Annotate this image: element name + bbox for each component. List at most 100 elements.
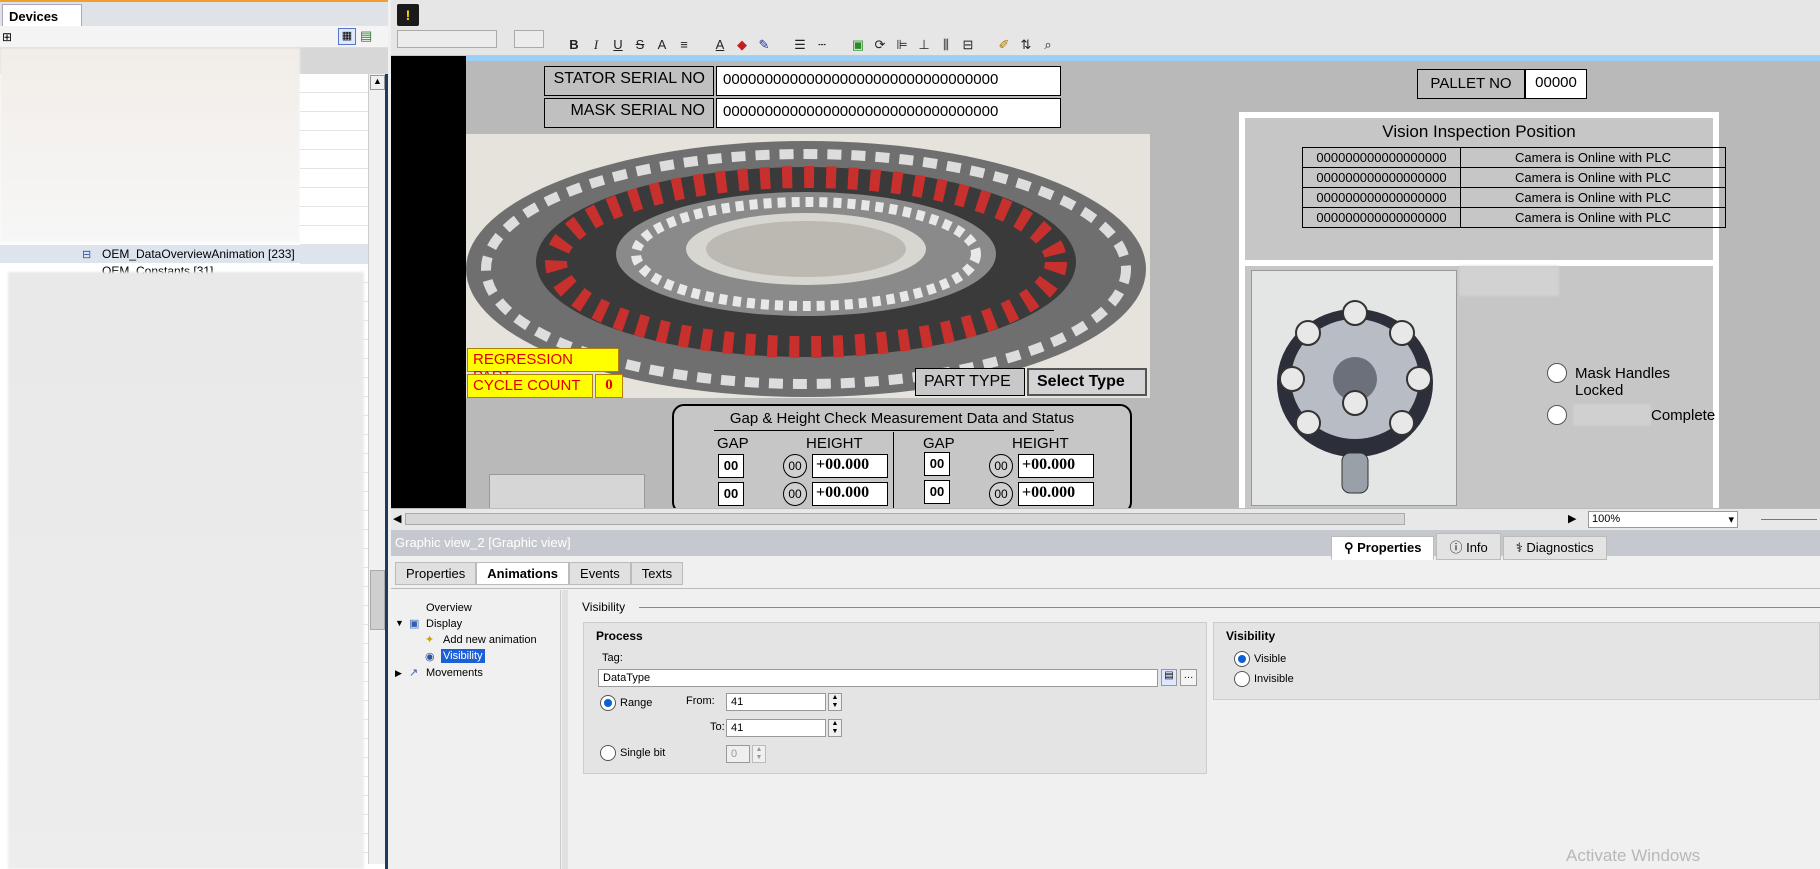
align-bottom-icon[interactable]: ⊥ (913, 35, 935, 55)
height-header: HEIGHT (806, 435, 863, 452)
tab-diagnostics[interactable]: ⚕ Diagnostics (1502, 536, 1607, 560)
export-icon[interactable]: ▤ (360, 28, 372, 44)
same-size-icon[interactable]: ⊟ (957, 35, 979, 55)
font-size-select[interactable] (514, 30, 544, 48)
movement-icon: ↗ (409, 667, 419, 679)
height-value[interactable]: +00.000 (1018, 482, 1094, 506)
devices-scrollbar[interactable]: ▲ (368, 74, 385, 864)
mask-dial-image (1251, 270, 1457, 506)
title-divider (714, 430, 1054, 431)
properties-icon: ⚲ (1344, 540, 1358, 555)
to-input[interactable]: 41 (726, 719, 826, 737)
tab-properties-right[interactable]: ⚲ Properties (1331, 536, 1435, 560)
splitter[interactable] (562, 590, 568, 869)
vision-row: 000000000000000000 Camera is Online with … (1302, 147, 1726, 168)
vision-title: Vision Inspection Position (1382, 122, 1576, 141)
layer-icon[interactable]: ▣ (847, 35, 869, 55)
gap-header: GAP (923, 435, 955, 452)
tab-properties[interactable]: Properties (395, 562, 477, 585)
browse-button[interactable]: … (1180, 669, 1197, 686)
warning-icon[interactable]: ! (397, 4, 419, 26)
to-spinner[interactable]: ▲ ▼ (828, 719, 842, 737)
strike-button[interactable]: S (629, 35, 651, 55)
mask-handles-indicator (1547, 363, 1567, 383)
scroll-left-icon[interactable]: ◀ (393, 512, 401, 525)
hmi-canvas[interactable]: STATOR SERIAL NO 00000000000000000000000… (391, 56, 1820, 508)
zoom-select[interactable]: 100% ▾ (1588, 511, 1738, 528)
scroll-right-icon[interactable]: ▶ (1568, 512, 1576, 525)
pallet-label: PALLET NO (1417, 69, 1525, 99)
gap-value[interactable]: 00 (718, 454, 744, 478)
tree-overview[interactable]: Overview (426, 602, 472, 614)
canvas-button[interactable] (489, 474, 645, 508)
cycle-count-value[interactable]: 0 (595, 374, 623, 398)
range-radio[interactable] (600, 695, 616, 711)
line-color-icon[interactable]: ✎ (753, 35, 775, 55)
height-value[interactable]: +00.000 (812, 454, 888, 478)
line-width-icon[interactable]: ☰ (789, 35, 811, 55)
rotate-icon[interactable]: ⟳ (869, 35, 891, 55)
height-value[interactable]: +00.000 (812, 482, 888, 506)
mask-serial-field[interactable]: 000000000000000000000000000000000 (716, 98, 1061, 128)
gap-value[interactable]: 00 (718, 482, 744, 506)
font-family-select[interactable] (397, 30, 497, 48)
tree-item-data-overview[interactable]: ⊟ OEM_DataOverviewAnimation [233] (0, 245, 368, 263)
header-bar (466, 56, 1820, 61)
align-left-icon[interactable]: ⊫ (891, 35, 913, 55)
bit-spinner[interactable]: ▲ ▼ (752, 745, 766, 763)
hscroll-thumb[interactable] (405, 513, 1405, 525)
tab-devices[interactable]: Devices (2, 4, 82, 28)
status-circle: 00 (989, 482, 1013, 506)
from-input[interactable]: 41 (726, 693, 826, 711)
tree-icon[interactable]: ⊞ (2, 30, 12, 44)
visible-radio[interactable] (1234, 651, 1250, 667)
table-view-icon[interactable]: ▦ (338, 28, 356, 45)
tab-info[interactable]: ⓘ Info (1436, 533, 1501, 560)
tag-list-icon[interactable]: ▤ (1161, 669, 1177, 686)
distribute-icon[interactable]: ⫼ (935, 35, 957, 55)
display-icon: ▣ (409, 618, 420, 630)
blurred-area-3 (1459, 266, 1559, 296)
height-value[interactable]: +00.000 (1018, 454, 1094, 478)
canvas-hscrollbar[interactable]: ◀ ▶ 100% ▾ (391, 508, 1820, 530)
invisible-label: Invisible (1254, 673, 1294, 685)
invisible-radio[interactable] (1234, 671, 1250, 687)
tree-add-animation[interactable]: Add new animation (443, 634, 537, 646)
font-color-icon[interactable]: A (709, 35, 731, 55)
bit-input[interactable]: 0 (726, 745, 750, 763)
mask-status-frame: Mask Handles Locked Complete (1239, 260, 1719, 508)
tree-visibility[interactable]: Visibility (441, 649, 485, 663)
tab-texts[interactable]: Texts (630, 562, 684, 585)
single-bit-radio[interactable] (600, 745, 616, 761)
line-style-icon[interactable]: ┄ (811, 35, 833, 55)
collapse-icon[interactable]: ▶ (395, 668, 402, 679)
blurred-area (0, 48, 300, 243)
pallet-value[interactable]: 00000 (1525, 69, 1587, 99)
from-spinner[interactable]: ▲ ▼ (828, 693, 842, 711)
stator-serial-field[interactable]: 000000000000000000000000000000000 (716, 66, 1061, 96)
italic-button[interactable]: I (585, 35, 607, 55)
order-icon[interactable]: ⇅ (1015, 35, 1037, 55)
tree-movements[interactable]: Movements (426, 667, 483, 679)
tag-input[interactable]: DataType (598, 669, 1158, 687)
align-icon[interactable]: ≡ (673, 35, 695, 55)
tree-display[interactable]: Display (426, 618, 462, 630)
bold-button[interactable]: B (563, 35, 585, 55)
select-type-button[interactable]: Select Type (1027, 368, 1147, 396)
font-size-icon[interactable]: A (651, 35, 673, 55)
zoom-slider[interactable] (1761, 519, 1817, 520)
expand-icon[interactable]: ▼ (395, 618, 404, 628)
fill-color-icon[interactable]: ◆ (731, 35, 753, 55)
tab-events[interactable]: Events (569, 562, 631, 585)
scroll-thumb[interactable] (370, 570, 385, 630)
gap-value[interactable]: 00 (924, 480, 950, 504)
format-painter-icon[interactable]: ✐ (993, 35, 1015, 55)
underline-button[interactable]: U (607, 35, 629, 55)
scroll-up-icon[interactable]: ▲ (370, 75, 385, 90)
gap-value[interactable]: 00 (924, 452, 950, 476)
vision-row: 000000000000000000 Camera is Online with … (1302, 167, 1726, 188)
gap-height-title: Gap & Height Check Measurement Data and … (729, 410, 1075, 427)
tab-animations[interactable]: Animations (476, 562, 570, 585)
single-bit-label: Single bit (620, 747, 666, 759)
zoom-icon[interactable]: ⌕ (1037, 35, 1059, 55)
